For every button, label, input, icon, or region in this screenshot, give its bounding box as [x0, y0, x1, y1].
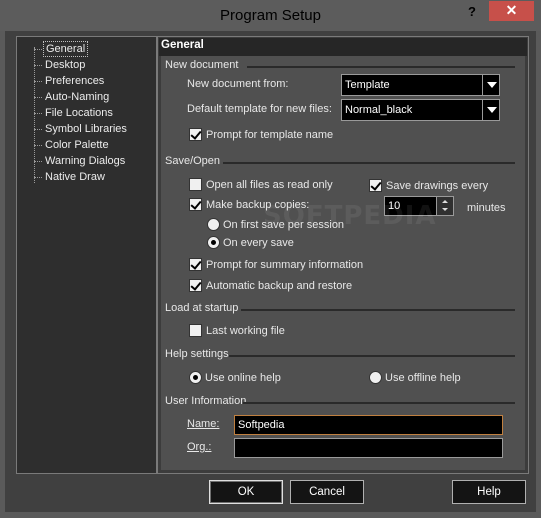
tree-item-color-palette[interactable]: Color Palette — [34, 137, 111, 153]
checkbox-icon[interactable] — [189, 258, 202, 271]
panel-title: General — [159, 38, 527, 56]
chevron-down-icon[interactable] — [482, 75, 499, 95]
new-doc-from-label: New document from: — [187, 78, 289, 90]
checkbox-icon[interactable] — [189, 128, 202, 141]
section-divider — [241, 309, 515, 311]
checkbox-icon[interactable] — [369, 179, 382, 192]
help-icon[interactable]: ? — [465, 4, 479, 22]
general-panel: General New document New document from: … — [157, 36, 529, 474]
tree-item-general[interactable]: General — [34, 41, 89, 57]
help-button[interactable]: Help — [452, 480, 526, 504]
chevron-down-icon[interactable] — [442, 208, 448, 211]
save-drawings-checkbox[interactable]: Save drawings every — [369, 179, 488, 192]
radio-icon[interactable] — [207, 236, 220, 249]
close-icon[interactable]: ✕ — [489, 1, 534, 21]
section-new-document: New document — [165, 59, 239, 71]
offline-help-radio[interactable]: Use offline help — [369, 371, 461, 384]
section-save-open: Save/Open — [165, 155, 221, 167]
minutes-label: minutes — [467, 202, 506, 214]
new-doc-from-value: Template — [345, 79, 390, 91]
checkbox-icon[interactable] — [189, 324, 202, 337]
stepper-buttons[interactable] — [436, 197, 453, 215]
section-help-settings: Help settings — [165, 348, 229, 360]
section-divider — [243, 402, 515, 404]
checkbox-icon[interactable] — [189, 198, 202, 211]
section-divider — [247, 66, 515, 68]
open-readonly-checkbox[interactable]: Open all files as read only — [189, 178, 333, 191]
online-help-radio[interactable]: Use online help — [189, 371, 281, 384]
tree-item-file-locations[interactable]: File Locations — [34, 105, 115, 121]
name-field[interactable]: Softpedia — [234, 415, 503, 435]
summary-info-label: Prompt for summary information — [206, 258, 364, 271]
tree-item-auto-naming[interactable]: Auto-Naming — [34, 89, 111, 105]
cancel-button[interactable]: Cancel — [290, 480, 364, 504]
checkbox-icon[interactable] — [189, 178, 202, 191]
save-drawings-label: Save drawings every — [386, 179, 489, 192]
offline-help-label: Use offline help — [385, 371, 461, 384]
default-template-select[interactable]: Normal_black — [341, 99, 500, 121]
tree-item-symbol-libraries[interactable]: Symbol Libraries — [34, 121, 129, 137]
last-working-file-label: Last working file — [206, 324, 285, 337]
tree-item-desktop[interactable]: Desktop — [34, 57, 87, 73]
checkbox-icon[interactable] — [189, 279, 202, 292]
open-readonly-label: Open all files as read only — [206, 178, 333, 191]
auto-backup-checkbox[interactable]: Automatic backup and restore — [189, 279, 352, 292]
category-tree[interactable]: General Desktop Preferences Auto-Naming … — [16, 36, 157, 474]
ok-button[interactable]: OK — [209, 480, 283, 504]
radio-icon[interactable] — [369, 371, 382, 384]
org-field[interactable] — [234, 438, 503, 458]
section-divider — [229, 355, 515, 357]
title-bar: Program Setup ? ✕ — [0, 0, 541, 31]
every-save-radio[interactable]: On every save — [207, 236, 294, 249]
auto-backup-label: Automatic backup and restore — [206, 279, 353, 292]
window-title: Program Setup — [220, 7, 321, 24]
softpedia-watermark: SOFTPEDIA — [263, 201, 437, 231]
every-save-label: On every save — [223, 236, 294, 249]
summary-info-checkbox[interactable]: Prompt for summary information — [189, 258, 363, 271]
online-help-label: Use online help — [205, 371, 281, 384]
radio-icon[interactable] — [207, 218, 220, 231]
tree-item-warning-dialogs[interactable]: Warning Dialogs — [34, 153, 127, 169]
dialog-client: General Desktop Preferences Auto-Naming … — [5, 31, 536, 512]
tree-item-native-draw[interactable]: Native Draw — [34, 169, 107, 185]
panel-body: New document New document from: Template… — [161, 56, 525, 470]
section-load-startup: Load at startup — [165, 302, 239, 314]
chevron-up-icon[interactable] — [442, 200, 448, 203]
chevron-down-icon[interactable] — [482, 100, 499, 120]
org-label: Org.: — [187, 441, 212, 453]
name-label: Name: — [187, 418, 220, 430]
last-working-file-checkbox[interactable]: Last working file — [189, 324, 285, 337]
radio-icon[interactable] — [189, 371, 202, 384]
section-divider — [223, 162, 515, 164]
default-template-label: Default template for new files: — [187, 103, 332, 115]
prompt-template-checkbox[interactable]: Prompt for template name — [189, 128, 333, 141]
section-user-information: User Information — [165, 395, 247, 407]
new-doc-from-select[interactable]: Template — [341, 74, 500, 96]
default-template-value: Normal_black — [345, 104, 413, 116]
prompt-template-label: Prompt for template name — [206, 128, 334, 141]
tree-item-preferences[interactable]: Preferences — [34, 73, 106, 89]
